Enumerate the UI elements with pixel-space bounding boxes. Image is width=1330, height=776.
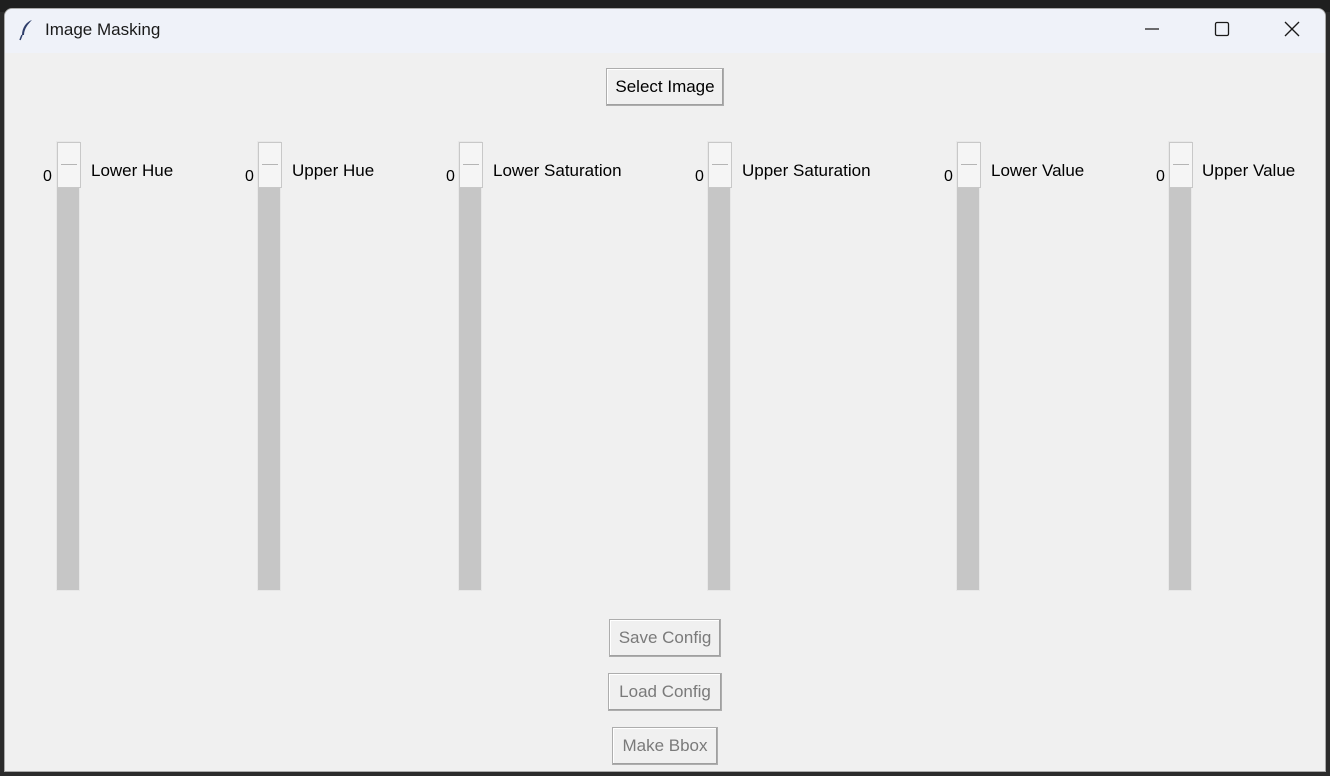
window-title: Image Masking (45, 20, 161, 39)
slider-value: 0 (944, 168, 953, 185)
app-window: Image Masking Select Image 0 Lower Hue 0… (4, 8, 1326, 772)
slider-trough[interactable] (1168, 141, 1193, 591)
slider-value: 0 (446, 168, 455, 185)
close-button[interactable] (1257, 9, 1325, 49)
maximize-button[interactable] (1187, 9, 1257, 49)
slider-label: Lower Hue (91, 161, 174, 180)
slider-value: 0 (695, 168, 704, 185)
slider-value: 0 (43, 168, 52, 185)
maximize-icon (1214, 21, 1230, 37)
slider-thumb[interactable] (258, 142, 282, 188)
close-icon (1284, 21, 1300, 37)
slider-thumb[interactable] (708, 142, 732, 188)
feather-icon (19, 20, 32, 41)
slider-trough[interactable] (956, 141, 981, 591)
slider-trough[interactable] (56, 141, 81, 591)
minimize-icon (1145, 28, 1159, 30)
select-image-button[interactable]: Select Image (606, 68, 724, 106)
make-bbox-button[interactable]: Make Bbox (612, 727, 718, 765)
load-config-button[interactable]: Load Config (608, 673, 722, 711)
slider-label: Lower Value (991, 161, 1085, 180)
slider-thumb[interactable] (957, 142, 981, 188)
slider-label: Upper Value (1202, 161, 1296, 180)
slider-trough[interactable] (458, 141, 483, 591)
title-bar: Image Masking (5, 9, 1325, 53)
slider-value: 0 (245, 168, 254, 185)
slider-thumb[interactable] (1169, 142, 1193, 188)
slider-trough[interactable] (707, 141, 732, 591)
slider-label: Upper Saturation (742, 161, 871, 180)
slider-value: 0 (1156, 168, 1165, 185)
slider-label: Lower Saturation (493, 161, 622, 180)
slider-label: Upper Hue (292, 161, 375, 180)
slider-thumb[interactable] (459, 142, 483, 188)
slider-trough[interactable] (257, 141, 282, 591)
slider-thumb[interactable] (57, 142, 81, 188)
minimize-button[interactable] (1117, 9, 1187, 49)
save-config-button[interactable]: Save Config (609, 619, 721, 657)
